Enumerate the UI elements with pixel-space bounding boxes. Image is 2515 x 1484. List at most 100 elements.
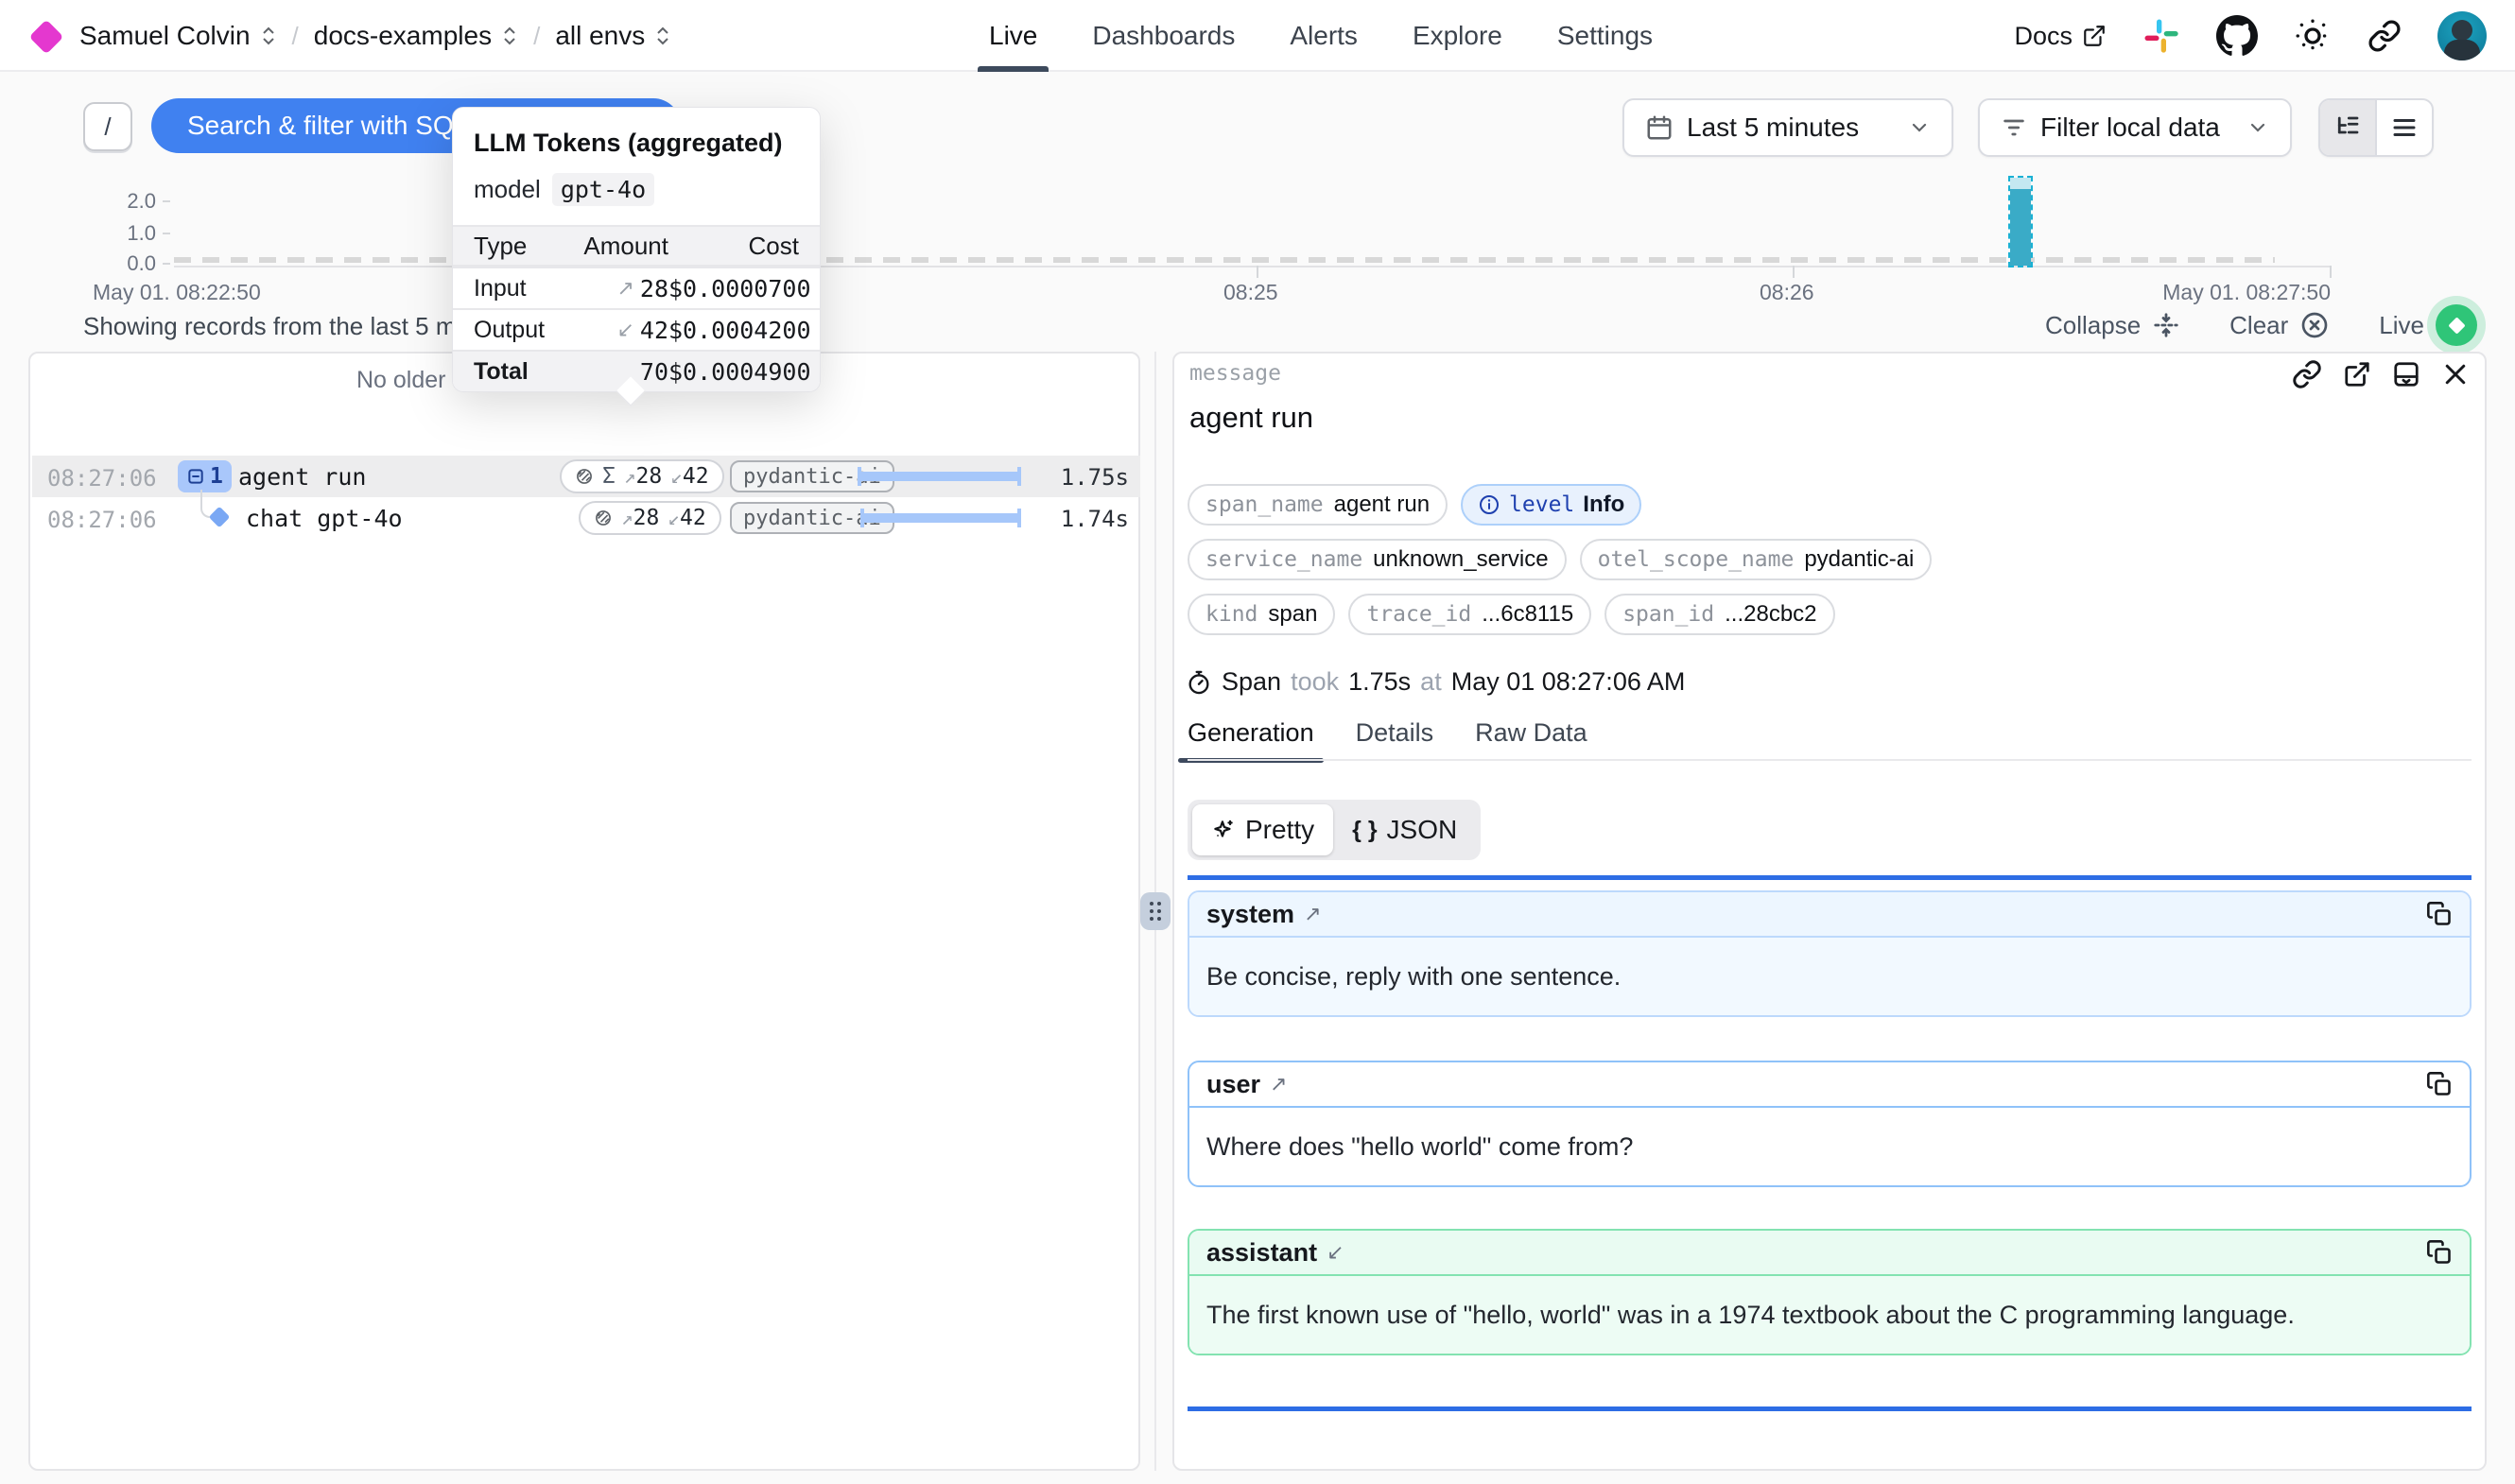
chevron-updown-icon	[501, 25, 518, 47]
tab-raw-data[interactable]: Raw Data	[1475, 718, 1587, 763]
grip-dots-icon	[1150, 902, 1161, 921]
env-name: all envs	[555, 21, 645, 51]
span-id-badge[interactable]: span_id ...28cbc2	[1604, 594, 1834, 635]
view-mode-toggle	[2318, 98, 2434, 157]
attr-value: span	[1268, 601, 1317, 628]
output-arrow-icon: ↙	[670, 465, 683, 488]
filter-local-data-dropdown[interactable]: Filter local data	[1978, 98, 2292, 157]
nav-label: Dashboards	[1092, 21, 1235, 51]
time-range-dropdown[interactable]: Last 5 minutes	[1622, 98, 1953, 157]
list-view-button[interactable]	[2375, 100, 2432, 155]
collapse-children-badge[interactable]: 1	[178, 460, 232, 492]
scroll-top-indicator	[1188, 875, 2472, 880]
clear-button[interactable]: Clear	[2229, 310, 2330, 340]
nav-tab-alerts[interactable]: Alerts	[1290, 0, 1358, 72]
slack-icon[interactable]	[2142, 17, 2180, 55]
token-usage-pill[interactable]: Σ ↗28 ↙42	[560, 459, 724, 493]
tooltip-title: LLM Tokens (aggregated)	[453, 108, 820, 158]
breadcrumb-separator: /	[533, 22, 540, 51]
slash-shortcut-key[interactable]: /	[83, 102, 132, 151]
pretty-label: Pretty	[1245, 815, 1314, 845]
open-in-new-icon[interactable]	[2343, 360, 2371, 388]
y-tick-label: 0.0	[99, 251, 156, 276]
trace-id-badge[interactable]: trace_id ...6c8115	[1348, 594, 1591, 635]
org-switcher[interactable]: Samuel Colvin	[79, 21, 277, 51]
service-name-badge[interactable]: service_name unknown_service	[1188, 539, 1567, 580]
took-word: at	[1420, 667, 1442, 697]
list-view-icon	[2390, 113, 2419, 142]
share-link-icon[interactable]	[2368, 19, 2402, 53]
llm-tokens-tooltip: LLM Tokens (aggregated) model gpt-4o Typ…	[452, 107, 821, 392]
token-coin-icon	[575, 467, 594, 486]
theme-sun-icon[interactable]	[2294, 17, 2332, 55]
list-actions: Collapse Clear Live	[2045, 304, 2477, 346]
nav-tab-settings[interactable]: Settings	[1557, 0, 1653, 72]
collapse-node-icon	[186, 467, 205, 486]
nav-label: Alerts	[1290, 21, 1358, 51]
close-icon[interactable]	[2441, 360, 2470, 388]
env-switcher[interactable]: all envs	[555, 21, 671, 51]
active-tab-underline	[978, 66, 1049, 72]
tab-details[interactable]: Details	[1356, 718, 1434, 763]
tab-generation[interactable]: Generation	[1188, 718, 1314, 763]
otel-scope-badge[interactable]: otel_scope_name pydantic-ai	[1580, 539, 1933, 580]
pretty-view-button[interactable]: Pretty	[1192, 804, 1333, 855]
copy-icon[interactable]	[2426, 1071, 2453, 1097]
tooltip-row-input: Input ↗28 $0.0000700	[453, 267, 820, 308]
system-message-header: system ↗	[1189, 892, 2470, 938]
x-tick-mark	[1793, 266, 1795, 278]
y-tick-label: 2.0	[99, 189, 156, 214]
trace-row-agent-run[interactable]: 08:27:06 1 agent run Σ ↗28 ↙42 pydantic-…	[32, 456, 1140, 497]
copy-icon[interactable]	[2426, 901, 2453, 927]
user-avatar[interactable]	[2437, 11, 2487, 60]
x-tick-mark	[1257, 266, 1258, 278]
row-type: Input	[474, 275, 568, 302]
kind-badge[interactable]: kind span	[1188, 594, 1335, 635]
docs-link[interactable]: Docs	[2014, 22, 2107, 51]
level-badge[interactable]: level Info	[1461, 484, 1641, 526]
attribute-badges-row-2: service_name unknown_service otel_scope_…	[1188, 539, 1932, 580]
x-tick-label: 08:26	[1760, 280, 1814, 305]
record-kind-label: message	[1189, 361, 1281, 386]
search-button-label: Search & filter with SQL	[187, 111, 468, 141]
tree-view-button[interactable]	[2320, 100, 2375, 155]
x-end-label: May 01. 08:27:50	[2162, 280, 2331, 305]
attr-key: otel_scope_name	[1598, 547, 1795, 572]
span-name-badge[interactable]: span_name agent run	[1188, 484, 1448, 526]
output-tokens: 42	[683, 464, 709, 489]
dock-panel-icon[interactable]	[2392, 360, 2420, 388]
detail-tabs: Generation Details Raw Data	[1188, 718, 1587, 763]
nav-tab-dashboards[interactable]: Dashboards	[1092, 0, 1235, 72]
nav-tab-live[interactable]: Live	[989, 0, 1037, 72]
copy-link-icon[interactable]	[2292, 359, 2322, 389]
nav-label: Settings	[1557, 21, 1653, 51]
attribute-badges-row-1: span_name agent run level Info	[1188, 484, 1641, 526]
live-toggle-button[interactable]: Live	[2379, 304, 2477, 346]
row-type: Total	[474, 358, 568, 386]
json-view-button[interactable]: { } JSON	[1333, 804, 1476, 855]
input-arrow-icon: ↗	[616, 276, 633, 301]
logfire-logo-icon[interactable]	[29, 20, 64, 55]
project-switcher[interactable]: docs-examples	[314, 21, 518, 51]
duration-bar	[860, 509, 1021, 527]
info-icon	[1478, 493, 1500, 516]
header-actions: Docs	[2014, 0, 2487, 72]
trace-row-chat-gpt4o[interactable]: 08:27:06 chat gpt-4o ↗28 ↙42 pydantic-ai…	[32, 497, 1140, 539]
copy-icon[interactable]	[2426, 1239, 2453, 1266]
collapse-button[interactable]: Collapse	[2045, 311, 2180, 340]
json-label: JSON	[1387, 815, 1458, 845]
panel-resize-handle[interactable]	[1140, 892, 1171, 930]
github-icon[interactable]	[2216, 15, 2258, 57]
output-arrow-icon: ↙	[668, 507, 680, 529]
selected-record-bar[interactable]	[2008, 176, 2033, 267]
live-label: Live	[2379, 311, 2424, 340]
output-arrow-icon: ↙	[1327, 1240, 1344, 1265]
trace-list-panel: 08:27:06 1 agent run Σ ↗28 ↙42 pydantic-…	[28, 352, 1140, 1471]
slash-key-label: /	[104, 112, 111, 142]
token-usage-pill[interactable]: ↗28 ↙42	[579, 501, 721, 535]
assistant-message-card: assistant ↙ The first known use of "hell…	[1188, 1229, 2472, 1355]
scroll-bottom-indicator	[1188, 1406, 2472, 1411]
nav-tab-explore[interactable]: Explore	[1413, 0, 1502, 72]
model-value-chip: gpt-4o	[552, 173, 654, 206]
input-arrow-icon: ↗	[624, 465, 636, 488]
